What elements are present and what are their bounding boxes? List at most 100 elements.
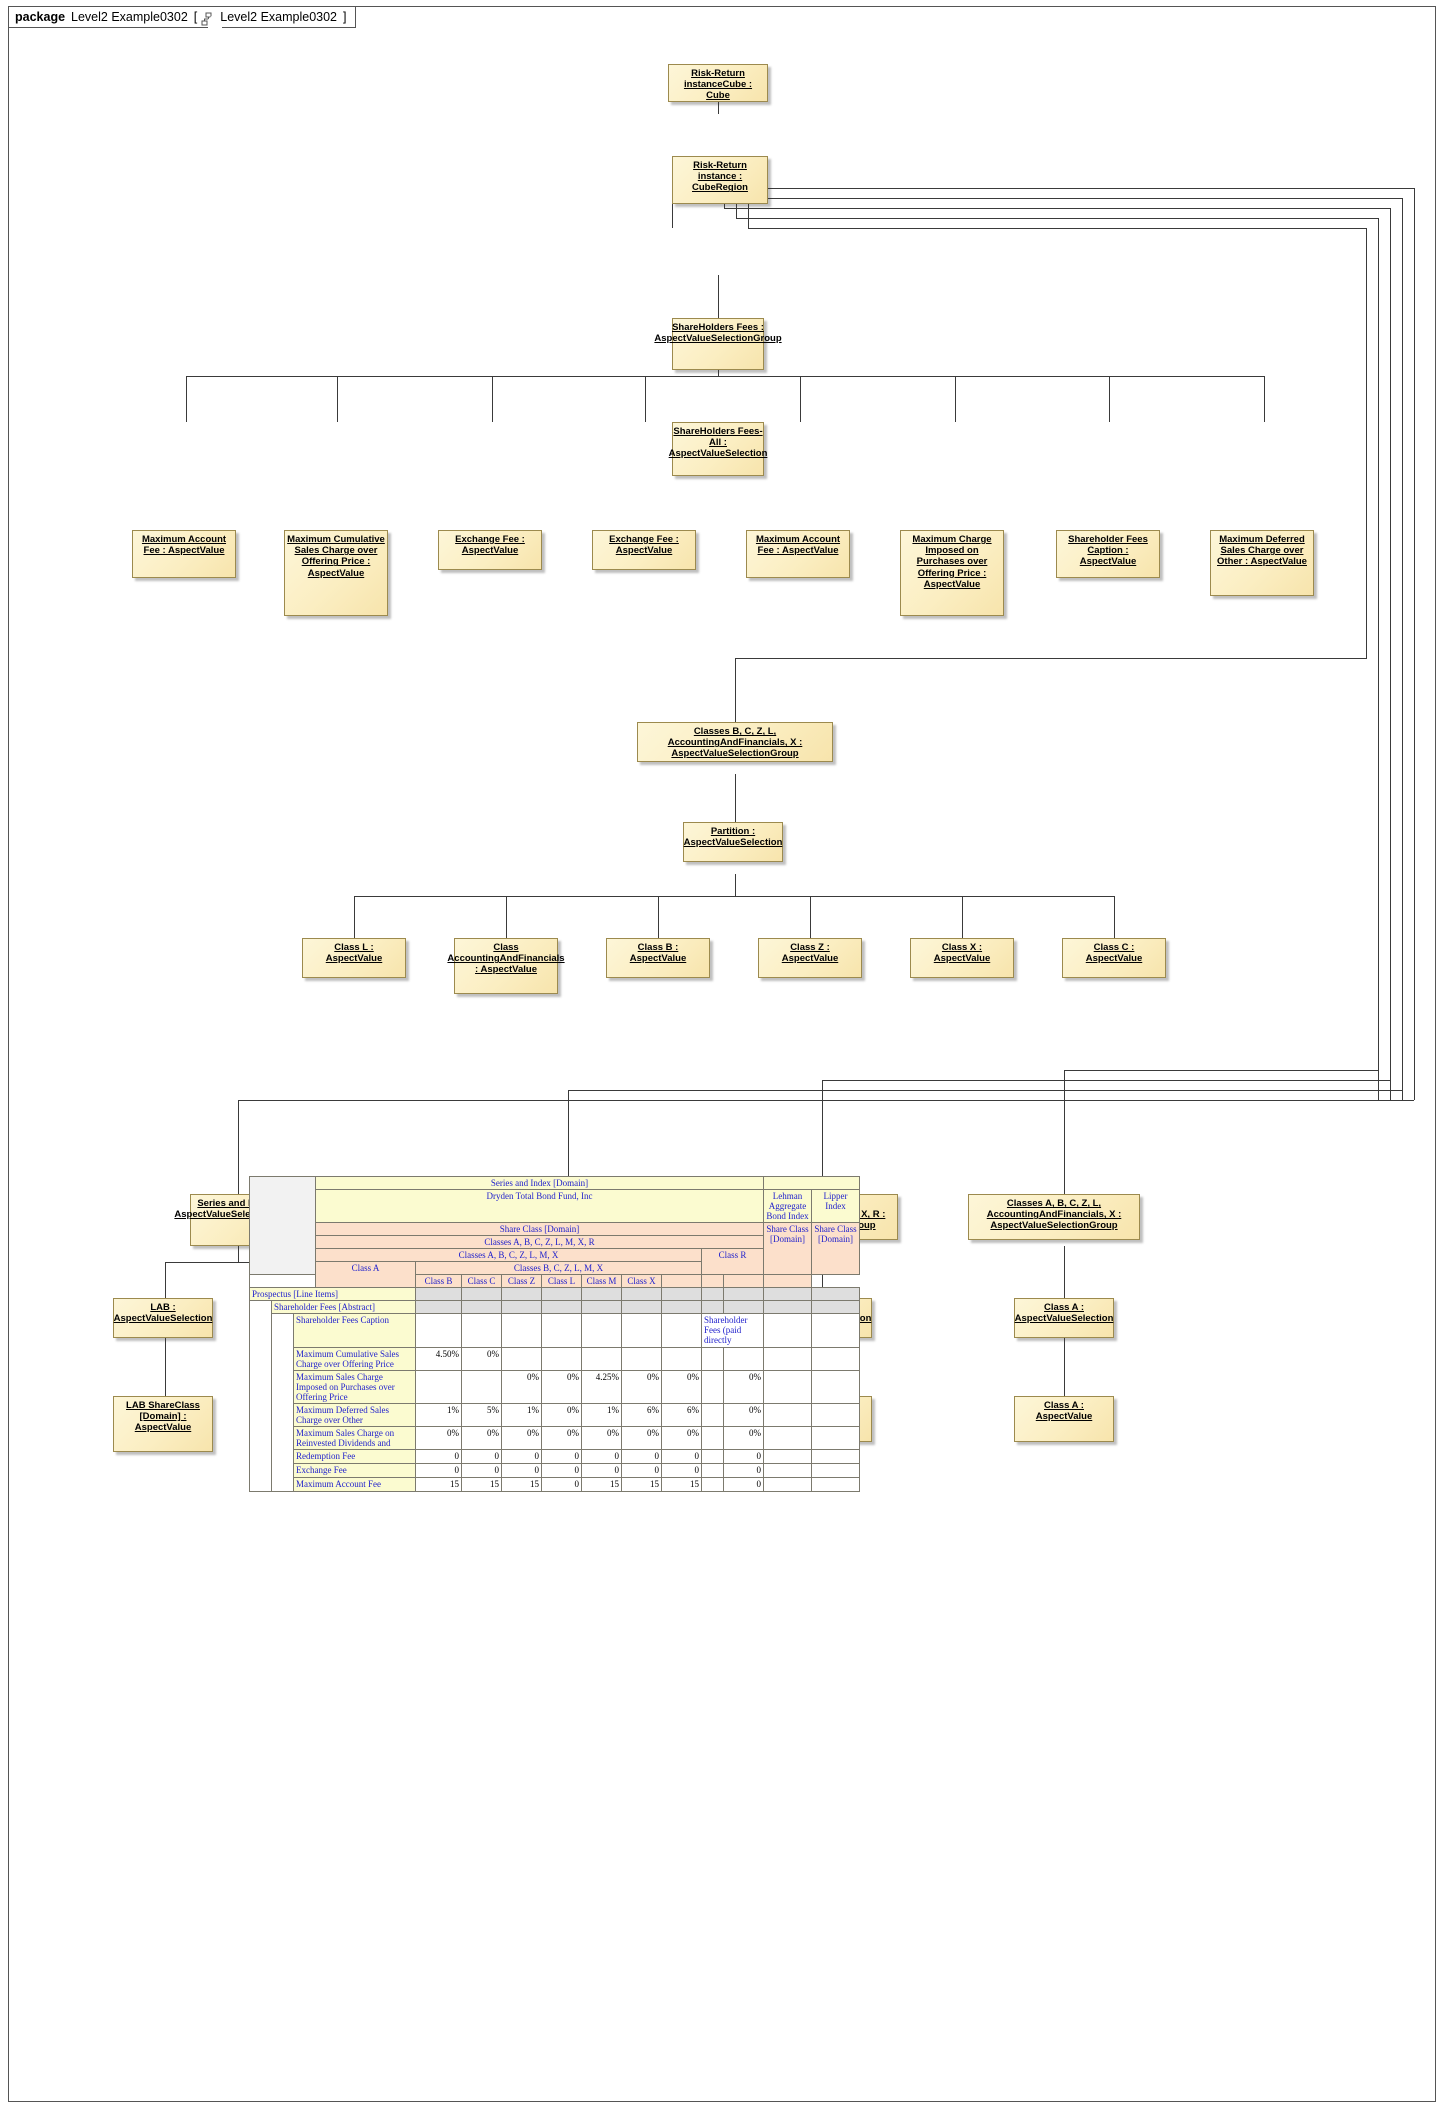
table-row: Exchange Fee 0 0 0 0 0 0 0 0 xyxy=(250,1463,860,1478)
node-maximum-account-fee-1[interactable]: Maximum Account Fee : AspectValue xyxy=(132,530,236,578)
cell-value: 0 xyxy=(501,1449,542,1464)
cell-value: 0 xyxy=(501,1463,542,1478)
node-maximum-deferred-sales-charge[interactable]: Maximum Deferred Sales Charge over Other… xyxy=(1210,530,1314,596)
cell-value: 15 xyxy=(461,1477,502,1492)
node-class-c[interactable]: Class C : AspectValue xyxy=(1062,938,1166,978)
node-class-l[interactable]: Class L : AspectValue xyxy=(302,938,406,978)
cell-value: 0% xyxy=(415,1426,462,1450)
header-col-class-l: Class L xyxy=(541,1274,582,1288)
cell-value xyxy=(501,1347,542,1371)
cell-value: 0% xyxy=(621,1426,662,1450)
cell-value xyxy=(701,1426,724,1450)
fee-table-region: Series and Index [Domain] Dryden Total B… xyxy=(249,1176,894,1521)
header-lipper-index: Lipper Index xyxy=(811,1189,860,1223)
grey-d10 xyxy=(763,1300,812,1314)
node-shareholder-fees-caption[interactable]: Shareholder Fees Caption : AspectValue xyxy=(1056,530,1160,578)
cell-value xyxy=(723,1347,764,1371)
node-shareholders-fees-group[interactable]: ShareHolders Fees : AspectValueSelection… xyxy=(654,318,782,370)
table-row: Maximum Cumulative Sales Charge over Off… xyxy=(250,1347,860,1371)
cell-value xyxy=(701,1403,724,1427)
node-exchange-fee-1[interactable]: Exchange Fee : AspectValue xyxy=(438,530,542,570)
diagram-canvas: package Level2 Example0302 [ Level2 Exam… xyxy=(0,0,1444,2109)
cell-value: 15 xyxy=(501,1477,542,1492)
node-risk-return-instancecube[interactable]: Risk-Return instanceCube : Cube xyxy=(668,64,768,102)
row-label: Shareholder Fees Caption xyxy=(293,1313,416,1348)
cell-value: 6% xyxy=(621,1403,662,1427)
header-class-a: Class A xyxy=(315,1261,416,1288)
cell-value: 0% xyxy=(723,1403,764,1427)
header-share-class-domain: Share Class [Domain] xyxy=(315,1222,764,1236)
table-row: Maximum Sales Charge Imposed on Purchase… xyxy=(250,1370,860,1404)
cell-lipper xyxy=(811,1313,860,1348)
cell-value xyxy=(461,1370,502,1404)
cell-value: 1% xyxy=(415,1403,462,1427)
grey-d1 xyxy=(415,1300,462,1314)
node-partition[interactable]: Partition : AspectValueSelection xyxy=(683,822,783,862)
node-maximum-charge-imposed[interactable]: Maximum Charge Imposed on Purchases over… xyxy=(900,530,1004,616)
node-maximum-cumulative-sales-charge[interactable]: Maximum Cumulative Sales Charge over Off… xyxy=(284,530,388,616)
grey-d7 xyxy=(661,1300,702,1314)
grey-c9 xyxy=(723,1287,764,1301)
package-keyword: package xyxy=(15,10,66,24)
node-class-b[interactable]: Class B : AspectValue xyxy=(606,938,710,978)
table-row: Maximum Sales Charge on Reinvested Divid… xyxy=(250,1426,860,1450)
cell-value: 0 xyxy=(541,1463,582,1478)
node-class-z[interactable]: Class Z : AspectValue xyxy=(758,938,862,978)
cell-value: 6% xyxy=(661,1403,702,1427)
grey-c10 xyxy=(763,1287,812,1301)
cell-value xyxy=(541,1347,582,1371)
cell-lehman xyxy=(763,1313,812,1348)
rail-to-classes xyxy=(735,658,1367,659)
node-risk-return-instance[interactable]: Risk-Return instance : CubeRegion xyxy=(672,156,768,204)
cell-lipper xyxy=(811,1347,860,1371)
node-maximum-account-fee-2[interactable]: Maximum Account Fee : AspectValue xyxy=(746,530,850,578)
node-class-a-selection[interactable]: Class A : AspectValueSelection xyxy=(1014,1298,1114,1338)
table-row: Maximum Deferred Sales Charge over Other… xyxy=(250,1403,860,1427)
cell-value: 1% xyxy=(501,1403,542,1427)
link-series-bus xyxy=(238,1246,239,1262)
cell-value: 0 xyxy=(621,1463,662,1478)
cell-lehman xyxy=(763,1463,812,1478)
cell-value: 15 xyxy=(415,1477,462,1492)
cell-value: 0 xyxy=(461,1449,502,1464)
node-shareholders-fees-all[interactable]: ShareHolders Fees-All : AspectValueSelec… xyxy=(669,422,767,476)
cell-value: 4.50% xyxy=(415,1347,462,1371)
header-col-lipper-pad xyxy=(763,1274,812,1288)
node-class-accountingandfinancials[interactable]: Class AccountingAndFinancials : AspectVa… xyxy=(447,938,565,994)
node-classes-abczl-af-x-group[interactable]: Classes A, B, C, Z, L, AccountingAndFina… xyxy=(968,1194,1140,1240)
node-lab-selection[interactable]: LAB : AspectValueSelection xyxy=(113,1298,213,1338)
node-exchange-fee-2[interactable]: Exchange Fee : AspectValue xyxy=(592,530,696,570)
grey-c11 xyxy=(811,1287,860,1301)
indent-col-1 xyxy=(249,1300,272,1492)
grey-c8 xyxy=(701,1287,724,1301)
bus-aspectvalues xyxy=(186,376,1264,377)
row-label: Maximum Cumulative Sales Charge over Off… xyxy=(293,1347,416,1371)
drop-av-8 xyxy=(1264,376,1265,422)
rail-v-d xyxy=(1378,218,1379,1100)
node-lab-shareclass-domain[interactable]: LAB ShareClass [Domain] : AspectValue xyxy=(113,1396,213,1452)
header-col-class-x: Class X xyxy=(621,1274,662,1288)
node-class-x[interactable]: Class X : AspectValue xyxy=(910,938,1014,978)
grey-d11 xyxy=(811,1300,860,1314)
grey-d2 xyxy=(461,1300,502,1314)
drop-cls-4 xyxy=(810,896,811,938)
cell-lipper xyxy=(811,1426,860,1450)
cell-value xyxy=(701,1370,724,1404)
row-label: Maximum Deferred Sales Charge over Other xyxy=(293,1403,416,1427)
package-frame-label: Level2 Example0302 xyxy=(220,10,338,24)
drop-av-3 xyxy=(492,376,493,422)
rowgroup-shareholder-fees: Shareholder Fees [Abstract] xyxy=(271,1300,416,1314)
header-col-class-z: Class Z xyxy=(501,1274,542,1288)
cell-class-r-text: Shareholder Fees (paid directly xyxy=(701,1313,764,1348)
node-classes-bczl-af-x-group[interactable]: Classes B, C, Z, L, AccountingAndFinanci… xyxy=(637,722,833,762)
cell-value: 0 xyxy=(581,1463,622,1478)
cell-value xyxy=(415,1370,462,1404)
cell-lipper xyxy=(811,1477,860,1492)
cell-value: 0 xyxy=(461,1463,502,1478)
drop-cls-6 xyxy=(1114,896,1115,938)
table-row: Maximum Account Fee 15 15 15 0 15 15 15 … xyxy=(250,1477,860,1492)
cell-value: 0 xyxy=(541,1477,582,1492)
node-class-a-aspectvalue[interactable]: Class A : AspectValue xyxy=(1014,1396,1114,1442)
rail-h-a xyxy=(700,188,1414,189)
row-label: Maximum Sales Charge Imposed on Purchase… xyxy=(293,1370,416,1404)
